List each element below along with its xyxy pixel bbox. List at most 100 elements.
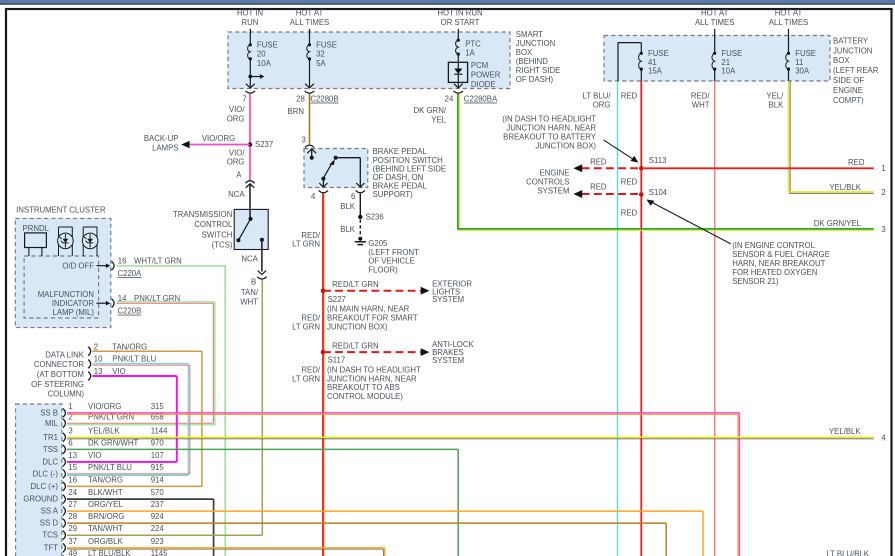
svg-text:(TCS): (TCS) (212, 240, 233, 249)
svg-text:HOT AT: HOT AT (296, 9, 324, 18)
svg-text:JUNCTION BOX): JUNCTION BOX) (535, 142, 596, 151)
svg-text:6: 6 (351, 192, 355, 201)
svg-text:ENGINE: ENGINE (833, 86, 863, 95)
svg-text:RED: RED (621, 91, 638, 100)
svg-text:37: 37 (68, 537, 77, 546)
svg-text:TCS: TCS (42, 531, 58, 540)
svg-text:13: 13 (68, 451, 77, 460)
svg-text:BLK: BLK (340, 225, 356, 234)
svg-text:CONTROL MODULE): CONTROL MODULE) (327, 392, 403, 401)
svg-text:BATTERY: BATTERY (833, 36, 869, 45)
svg-text:WHT: WHT (692, 101, 710, 110)
svg-text:HOT IN RUN: HOT IN RUN (437, 9, 482, 18)
svg-text:2: 2 (881, 188, 885, 197)
svg-text:DLC: DLC (42, 457, 58, 466)
svg-text:RED/: RED/ (301, 231, 320, 240)
svg-text:VIO: VIO (88, 451, 101, 460)
svg-text:LT BLU/BLK: LT BLU/BLK (826, 549, 869, 556)
svg-text:(BEHIND: (BEHIND (516, 57, 548, 66)
svg-text:JUNCTION BOX): JUNCTION BOX) (327, 322, 388, 331)
svg-text:INDICATOR: INDICATOR (52, 299, 95, 308)
svg-text:WHT/LT GRN: WHT/LT GRN (134, 257, 182, 266)
svg-text:TAN/ORG: TAN/ORG (88, 475, 123, 484)
svg-text:RED/LT GRN: RED/LT GRN (332, 280, 379, 289)
svg-text:41: 41 (648, 58, 657, 67)
svg-text:BOX: BOX (833, 56, 850, 65)
svg-text:970: 970 (151, 438, 165, 447)
svg-text:ALL TIMES: ALL TIMES (695, 18, 734, 27)
svg-text:S236: S236 (366, 213, 384, 222)
svg-text:FUSE: FUSE (257, 41, 278, 50)
svg-text:JUNCTION HARN, NEAR: JUNCTION HARN, NEAR (506, 124, 596, 133)
svg-text:21: 21 (721, 58, 730, 67)
svg-text:BREAKOUT TO BATTERY: BREAKOUT TO BATTERY (503, 133, 597, 142)
svg-text:OF VEHICLE: OF VEHICLE (368, 257, 414, 266)
svg-text:CONTROL: CONTROL (194, 220, 233, 229)
svg-text:7: 7 (242, 95, 246, 104)
svg-text:237: 237 (151, 500, 164, 509)
svg-text:RED/: RED/ (691, 91, 710, 100)
svg-text:(LEFT FRONT: (LEFT FRONT (368, 248, 419, 257)
svg-text:LT BLU/BLK: LT BLU/BLK (88, 549, 131, 556)
svg-text:BREAKOUT FOR SMART: BREAKOUT FOR SMART (327, 313, 418, 322)
svg-text:LT GRN: LT GRN (292, 374, 320, 383)
svg-text:TSS: TSS (43, 445, 58, 454)
svg-text:1144: 1144 (151, 426, 168, 435)
svg-text:10A: 10A (721, 67, 736, 76)
svg-text:RED: RED (621, 209, 638, 218)
svg-text:BLK/WHT: BLK/WHT (88, 488, 123, 497)
svg-text:24: 24 (445, 95, 454, 104)
svg-text:YEL/BLK: YEL/BLK (88, 426, 120, 435)
svg-text:PRNDL: PRNDL (23, 224, 50, 233)
svg-text:MALFUNCTION: MALFUNCTION (38, 290, 94, 299)
svg-text:YEL/BLK: YEL/BLK (829, 183, 861, 192)
svg-text:SS D: SS D (40, 519, 59, 528)
svg-text:NCA: NCA (228, 190, 245, 199)
svg-text:YEL: YEL (431, 116, 446, 125)
svg-text:FUSE: FUSE (648, 49, 669, 58)
svg-text:TAN/ORG: TAN/ORG (112, 343, 147, 352)
svg-text:15: 15 (68, 463, 77, 472)
svg-text:S104: S104 (649, 188, 668, 197)
svg-text:ALL TIMES: ALL TIMES (290, 18, 329, 27)
svg-text:C220A: C220A (118, 269, 143, 278)
svg-text:16: 16 (118, 257, 127, 266)
svg-text:BLK: BLK (769, 101, 785, 110)
svg-text:O/D OFF: O/D OFF (62, 262, 94, 271)
svg-text:315: 315 (151, 402, 165, 411)
svg-text:RED: RED (590, 158, 607, 167)
svg-text:LT GRN: LT GRN (292, 240, 320, 249)
svg-text:ORG: ORG (227, 115, 245, 124)
svg-text:VIO/: VIO/ (229, 105, 245, 114)
svg-text:SMART: SMART (516, 30, 543, 39)
svg-text:1145: 1145 (151, 549, 168, 556)
svg-text:ENGINE: ENGINE (540, 169, 570, 178)
svg-text:COMPT): COMPT) (833, 96, 864, 105)
svg-text:24: 24 (68, 488, 77, 497)
svg-text:HARN, NEAR BREAKOUT: HARN, NEAR BREAKOUT (732, 259, 825, 268)
svg-text:S117: S117 (328, 356, 346, 365)
svg-text:2: 2 (94, 343, 98, 352)
svg-text:G205: G205 (368, 239, 388, 248)
svg-text:(IN MAIN HARN, NEAR: (IN MAIN HARN, NEAR (327, 305, 410, 314)
svg-text:30A: 30A (795, 67, 810, 76)
svg-text:YEL/BLK: YEL/BLK (829, 427, 861, 436)
svg-text:SYSTEM: SYSTEM (432, 295, 464, 304)
svg-text:BLK: BLK (340, 202, 356, 211)
svg-text:NCA: NCA (241, 255, 258, 264)
svg-text:SYSTEM: SYSTEM (537, 186, 569, 195)
svg-text:HOT IN: HOT IN (237, 9, 263, 18)
svg-text:SENSOR & FUEL CHARGE: SENSOR & FUEL CHARGE (732, 250, 830, 259)
svg-text:BOX: BOX (516, 48, 533, 57)
svg-text:S237: S237 (255, 140, 273, 149)
svg-text:SUPPORT): SUPPORT) (373, 190, 414, 199)
svg-text:HOT AT: HOT AT (775, 9, 803, 18)
svg-text:VIO: VIO (112, 367, 125, 376)
svg-text:28: 28 (296, 95, 305, 104)
svg-text:SS B: SS B (40, 408, 58, 417)
svg-text:CONTROLS: CONTROLS (526, 177, 569, 186)
svg-text:JUNCTION: JUNCTION (833, 46, 872, 55)
svg-text:924: 924 (151, 512, 165, 521)
svg-text:ORG: ORG (593, 101, 611, 110)
svg-text:1: 1 (881, 164, 885, 173)
